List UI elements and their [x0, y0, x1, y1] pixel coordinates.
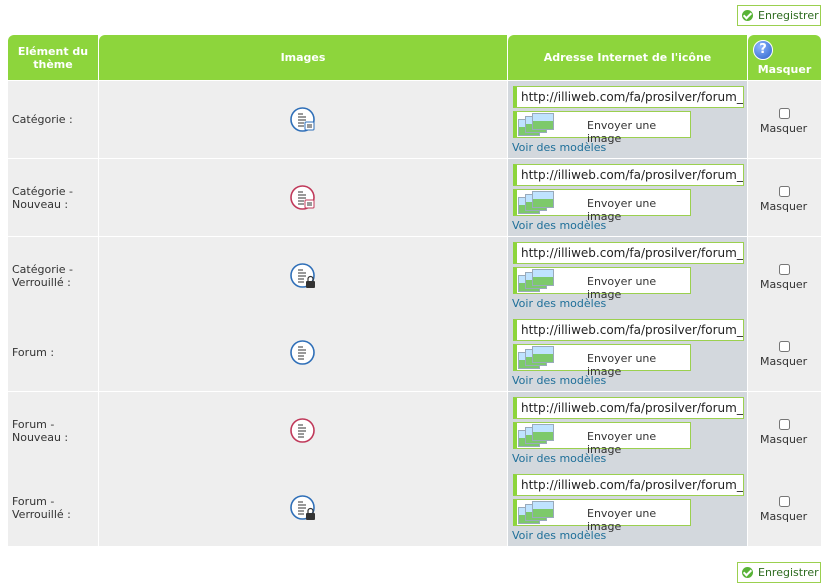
row-url-cell: Envoyer une image Voir des modèles [508, 237, 747, 314]
table-row: Catégorie - Verrouillé : http://illiweb.… [8, 237, 821, 314]
upload-image-button[interactable]: Envoyer une image [513, 422, 691, 456]
hide-label: Masquer [760, 200, 808, 213]
hide-checkbox[interactable] [779, 496, 790, 507]
save-button-label: Enregistrer [758, 566, 819, 579]
category-locked-icon [290, 262, 316, 289]
table-row: Forum : E [8, 314, 821, 391]
view-models-link[interactable]: Voir des modèles [512, 297, 606, 310]
category-new-icon [290, 184, 316, 211]
header-element: Elément du thème [8, 35, 98, 80]
row-hide-cell: Masquer [748, 237, 821, 314]
header-url: Adresse Internet de l'icône [508, 35, 747, 80]
hide-checkbox[interactable] [779, 419, 790, 430]
upload-image-button[interactable]: Envoyer une image [513, 189, 691, 223]
icon-url-input[interactable] [513, 319, 744, 341]
row-url-cell: Envoyer une image Voir des modèles [508, 392, 747, 469]
upload-image-button[interactable]: Envoyer une image [513, 111, 691, 145]
hide-label: Masquer [760, 278, 808, 291]
hide-checkbox[interactable] [779, 341, 790, 352]
images-icon [518, 191, 556, 215]
row-url-cell: Envoyer une image Voir des modèles [508, 469, 747, 546]
row-label: Forum - Nouveau : [8, 392, 98, 469]
images-icon [518, 269, 556, 293]
row-url-cell: Envoyer une image Voir des modèles [508, 159, 747, 236]
icon-url-input[interactable] [513, 86, 744, 108]
row-hide-cell: Masquer [748, 81, 821, 158]
hide-checkbox[interactable] [779, 186, 790, 197]
icon-url-input[interactable] [513, 242, 744, 264]
row-image-cell [99, 469, 507, 546]
row-url-cell: Envoyer une image Voir des modèles [508, 314, 747, 391]
view-models-link[interactable]: Voir des modèles [512, 529, 606, 542]
row-hide-cell: Masquer [748, 314, 821, 391]
row-url-cell: Envoyer une image Voir des modèles [508, 81, 747, 158]
hide-label: Masquer [760, 355, 808, 368]
images-icon [518, 501, 556, 525]
row-label: Catégorie - Verrouillé : [8, 237, 98, 314]
category-read-icon [290, 106, 316, 133]
header-hide: ? Masquer [748, 35, 821, 80]
save-button-label: Enregistrer [758, 9, 819, 22]
icon-url-input[interactable] [513, 474, 744, 496]
row-label: Forum : [8, 314, 98, 391]
forum-locked-icon [290, 494, 316, 521]
icon-url-input[interactable] [513, 164, 744, 186]
row-image-cell [99, 314, 507, 391]
header-images: Images [99, 35, 507, 80]
images-icon [518, 346, 556, 370]
forum-read-icon [290, 339, 316, 366]
row-hide-cell: Masquer [748, 159, 821, 236]
hide-checkbox[interactable] [779, 108, 790, 119]
upload-image-button[interactable]: Envoyer une image [513, 267, 691, 301]
save-button-top[interactable]: Enregistrer [737, 5, 821, 26]
forum-new-icon [290, 417, 316, 444]
view-models-link[interactable]: Voir des modèles [512, 374, 606, 387]
row-hide-cell: Masquer [748, 392, 821, 469]
row-image-cell [99, 159, 507, 236]
table-row: Forum - Verrouillé : http://illiweb.com/… [8, 469, 821, 546]
upload-image-button[interactable]: Envoyer une image [513, 499, 691, 533]
view-models-link[interactable]: Voir des modèles [512, 452, 606, 465]
row-image-cell [99, 237, 507, 314]
hide-label: Masquer [760, 433, 808, 446]
save-button-bottom[interactable]: Enregistrer [737, 562, 821, 583]
checkmark-icon [742, 10, 753, 21]
upload-image-button[interactable]: Envoyer une image [513, 344, 691, 378]
row-hide-cell: Masquer [748, 469, 821, 546]
checkmark-icon [742, 567, 753, 578]
hide-checkbox[interactable] [779, 264, 790, 275]
row-label: Catégorie : [8, 81, 98, 158]
help-icon[interactable]: ? [753, 40, 773, 60]
row-label: Forum - Verrouillé : [8, 469, 98, 546]
icon-url-input[interactable] [513, 397, 744, 419]
view-models-link[interactable]: Voir des modèles [512, 141, 606, 154]
table-row: Forum - Nouveau : http://illiweb.com/fa/… [8, 392, 821, 469]
images-icon [518, 113, 556, 137]
table-row: Catégorie - Nouveau : http://illiweb.com… [8, 159, 821, 236]
table-row: Catégorie : http://illiweb.com/fa/prosil… [8, 81, 821, 158]
view-models-link[interactable]: Voir des modèles [512, 219, 606, 232]
row-label: Catégorie - Nouveau : [8, 159, 98, 236]
images-icon [518, 424, 556, 448]
header-hide-label: Masquer [757, 63, 812, 76]
row-image-cell [99, 81, 507, 158]
hide-label: Masquer [760, 122, 808, 135]
hide-label: Masquer [760, 510, 808, 523]
row-image-cell [99, 392, 507, 469]
